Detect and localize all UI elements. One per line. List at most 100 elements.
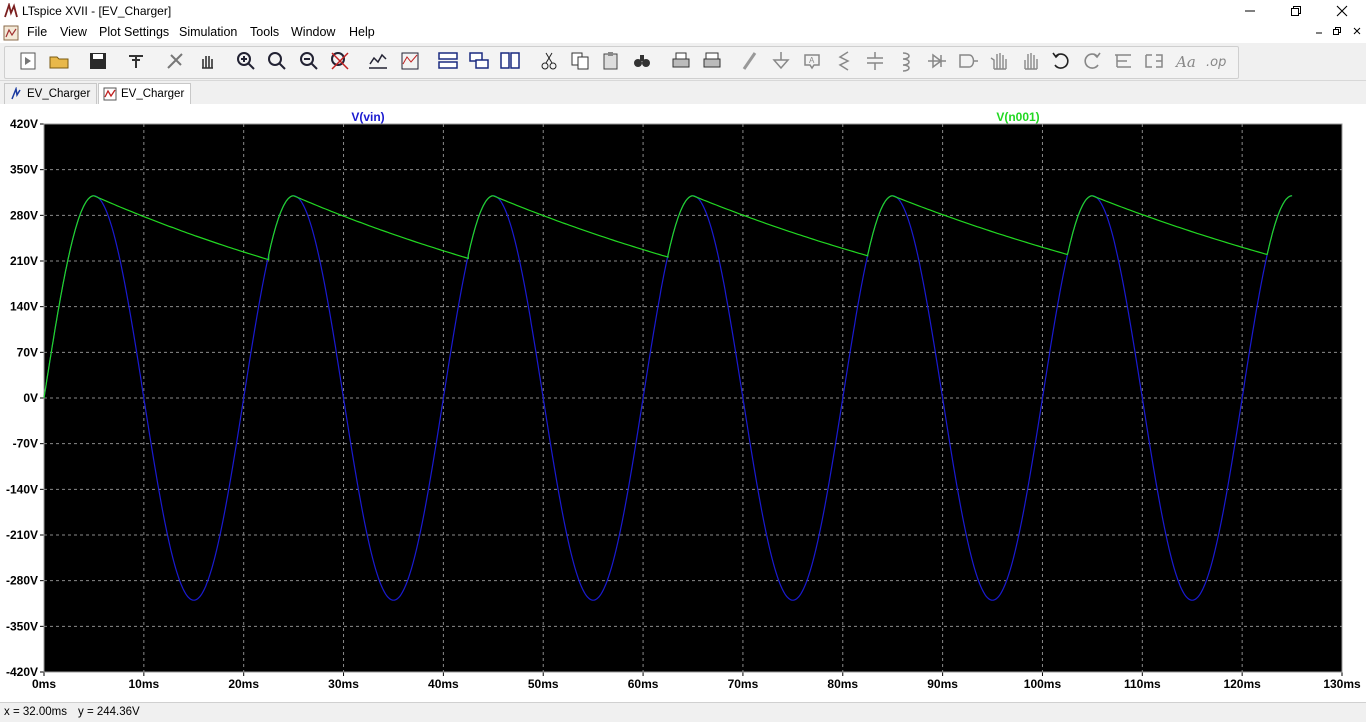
print-button[interactable] <box>668 48 694 74</box>
menu-plot-settings[interactable]: Plot Settings <box>99 25 169 39</box>
mdi-close-button[interactable] <box>1350 26 1364 40</box>
title-bar: LTspice XVII - [EV_Charger] <box>0 0 1366 22</box>
menu-simulation[interactable]: Simulation <box>179 25 237 39</box>
window-title: LTspice XVII - [EV_Charger] <box>22 4 172 18</box>
cut-icon <box>541 52 557 70</box>
cascade-button[interactable] <box>466 48 492 74</box>
autorange-button[interactable] <box>365 48 391 74</box>
paste-button[interactable] <box>598 48 624 74</box>
zoom-area-icon <box>268 52 286 70</box>
save-button[interactable] <box>85 48 111 74</box>
tile-horizontal-button[interactable] <box>435 48 461 74</box>
pan-hand-button[interactable] <box>194 48 220 74</box>
draw-wire-icon <box>742 52 757 70</box>
print-setup-button[interactable] <box>699 48 725 74</box>
spice-directive-button[interactable]: .op <box>1203 48 1229 74</box>
text-icon: Aa <box>1174 53 1196 71</box>
halt-button[interactable] <box>162 48 188 74</box>
minimize-button[interactable] <box>1227 0 1273 22</box>
menu-file[interactable]: File <box>27 25 47 39</box>
tab-label: EV_Charger <box>27 88 91 100</box>
diode-button[interactable] <box>924 48 950 74</box>
document-tabs: EV_Charger EV_Charger <box>0 81 1366 104</box>
ground-icon <box>772 52 790 70</box>
minimize-icon <box>1316 32 1322 34</box>
y-tick-label: -420V <box>6 665 38 679</box>
autorange-icon <box>369 53 387 69</box>
pick-traces-button[interactable] <box>397 48 423 74</box>
move-button[interactable] <box>986 48 1012 74</box>
print-icon <box>672 52 690 68</box>
restore-icon <box>1291 6 1301 16</box>
x-tick-label: 60ms <box>628 677 659 691</box>
svg-text:A: A <box>809 56 815 65</box>
copy-button[interactable] <box>567 48 593 74</box>
drag-button[interactable] <box>1017 48 1043 74</box>
cursor-x-readout: x = 32.00ms <box>4 706 67 718</box>
redo-icon <box>1084 52 1101 69</box>
capacitor-icon <box>867 52 883 70</box>
inductor-button[interactable] <box>893 48 919 74</box>
x-tick-label: 50ms <box>528 677 559 691</box>
label-button[interactable]: A <box>799 48 825 74</box>
tile-vertical-button[interactable] <box>497 48 523 74</box>
menu-tools[interactable]: Tools <box>250 25 279 39</box>
restore-button[interactable] <box>1273 0 1319 22</box>
status-bar: x = 32.00ms y = 244.36V <box>0 702 1366 722</box>
mdi-restore-button[interactable] <box>1330 26 1344 40</box>
y-tick-label: 420V <box>10 117 38 131</box>
trace-label[interactable]: V(n001) <box>996 110 1039 124</box>
zoom-in-button[interactable] <box>233 48 259 74</box>
control-panel-icon <box>129 55 143 68</box>
zoom-cancel-button[interactable] <box>327 48 353 74</box>
zoom-area-button[interactable] <box>264 48 290 74</box>
capacitor-button[interactable] <box>862 48 888 74</box>
menu-window[interactable]: Window <box>291 25 335 39</box>
y-tick-label: -140V <box>6 482 38 496</box>
draw-wire-button[interactable] <box>737 48 763 74</box>
x-tick-label: 90ms <box>927 677 958 691</box>
y-tick-label: -280V <box>6 574 38 588</box>
y-tick-label: -210V <box>6 528 38 542</box>
close-icon <box>1353 27 1361 35</box>
close-icon <box>1336 5 1348 17</box>
x-tick-label: 0ms <box>32 677 56 691</box>
tab-label: EV_Charger <box>121 88 185 100</box>
document-menu-icon[interactable] <box>3 25 19 41</box>
label-icon: A <box>804 54 820 70</box>
tab-waveform[interactable]: EV_Charger <box>98 83 192 104</box>
zoom-out-icon <box>300 52 318 70</box>
run-button[interactable] <box>15 48 41 74</box>
resistor-button[interactable] <box>831 48 857 74</box>
svg-text:Aa: Aa <box>1174 53 1196 71</box>
menu-view[interactable]: View <box>60 25 87 39</box>
trace-label[interactable]: V(vin) <box>351 110 384 124</box>
menu-help[interactable]: Help <box>349 25 375 39</box>
text-button[interactable]: Aa <box>1172 48 1198 74</box>
undo-button[interactable] <box>1048 48 1074 74</box>
cut-button[interactable] <box>536 48 562 74</box>
mdi-minimize-button[interactable] <box>1312 26 1326 40</box>
x-tick-label: 10ms <box>128 677 159 691</box>
control-panel-button[interactable] <box>123 48 149 74</box>
open-button[interactable] <box>46 48 72 74</box>
close-button[interactable] <box>1319 0 1365 22</box>
tile-vertical-icon <box>500 52 520 69</box>
pan-hand-icon <box>202 56 213 69</box>
waveform-plot[interactable]: 0ms 10ms 20ms 30ms 40ms 50ms 60ms 70ms 80ms 90ms 1… <box>0 104 1366 702</box>
y-tick-label: 350V <box>10 163 38 177</box>
waveform-viewer[interactable]: 0ms 10ms 20ms 30ms 40ms 50ms 60ms 70ms 80ms 90ms 1… <box>0 104 1366 702</box>
minimize-icon <box>1245 10 1255 12</box>
component-button[interactable] <box>955 48 981 74</box>
restore-icon <box>1333 27 1341 35</box>
mirror-icon <box>1145 54 1163 68</box>
redo-button[interactable] <box>1079 48 1105 74</box>
rotate-button[interactable] <box>1110 48 1136 74</box>
find-button[interactable] <box>629 48 655 74</box>
zoom-out-button[interactable] <box>296 48 322 74</box>
ground-button[interactable] <box>768 48 794 74</box>
menu-bar: File View Plot Settings Simulation Tools… <box>0 22 1366 43</box>
copy-icon <box>571 52 589 70</box>
tab-schematic[interactable]: EV_Charger <box>4 83 98 104</box>
mirror-button[interactable] <box>1141 48 1167 74</box>
